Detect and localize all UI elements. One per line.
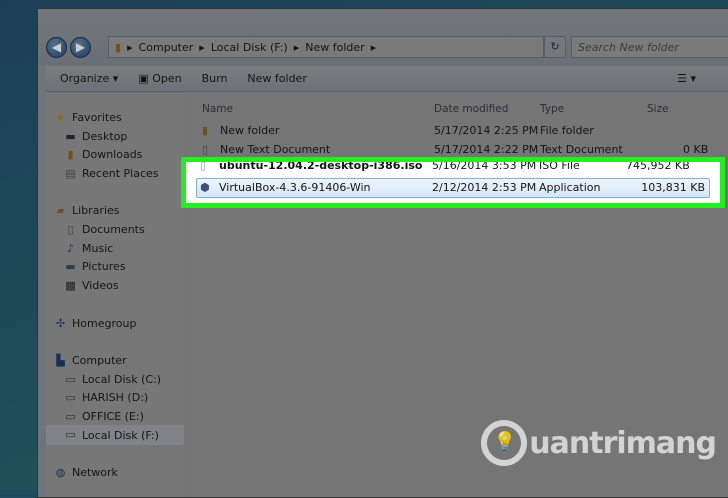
iso-file-icon: ▯ (200, 162, 207, 172)
burn-button[interactable]: Burn (202, 72, 228, 85)
homegroup-icon: ✣ (55, 316, 66, 330)
text-file-icon: ▯ (202, 143, 209, 156)
sidebar-item-pictures[interactable]: ▬ Pictures (64, 259, 125, 273)
folder-icon: ▮ (202, 124, 209, 137)
sidebar-item-office-e[interactable]: ▭ OFFICE (E:) (64, 410, 144, 423)
sidebar-item-recent-places[interactable]: ▤ Recent Places (64, 166, 158, 180)
drive-icon: ▭ (65, 390, 76, 404)
column-header-size[interactable]: Size (647, 103, 669, 115)
virtualbox-icon: ⬢ (200, 181, 210, 194)
sidebar-item-network[interactable]: ◍ Network (54, 466, 118, 479)
recent-places-icon: ▤ (65, 166, 76, 180)
pictures-icon: ▬ (65, 259, 76, 273)
watermark-logo: 💡 uantrimang (481, 420, 717, 466)
sidebar-item-videos[interactable]: ▩ Videos (64, 278, 118, 292)
open-button[interactable]: ▣ Open (138, 72, 181, 85)
music-icon: ♪ (66, 241, 75, 255)
refresh-icon[interactable]: ↻ (544, 36, 566, 58)
computer-icon: ▙ (56, 353, 65, 367)
file-row[interactable]: ▯ ubuntu-12.04.2-desktop-i386.iso 5/16/2… (186, 162, 720, 175)
sidebar-item-music[interactable]: ♪ Music (64, 242, 113, 255)
breadcrumb-new-folder[interactable]: New folder (305, 41, 364, 54)
new-folder-button[interactable]: New folder (247, 72, 306, 85)
drive-icon: ▭ (65, 428, 76, 441)
folder-icon: ▮ (115, 40, 122, 54)
breadcrumb-computer[interactable]: Computer (139, 41, 194, 54)
command-bar: Organize ▾ ▣ Open Burn New folder ☰ ▾ (46, 66, 728, 92)
file-row[interactable]: ▮ New folder 5/17/2014 2:25 PM File fold… (38, 121, 728, 140)
sidebar-item-documents[interactable]: ▯ Documents (64, 222, 144, 236)
selected-file-row[interactable]: ⬢ VirtualBox-4.3.6-91406-Win 2/12/2014 2… (196, 178, 710, 198)
column-header-type[interactable]: Type (540, 103, 564, 115)
sidebar-item-local-disk-f[interactable]: ▭ Local Disk (F:) (46, 425, 184, 445)
back-button[interactable]: ◀ (46, 37, 67, 58)
highlight-box: ▯ ubuntu-12.04.2-desktop-i386.iso 5/16/2… (181, 157, 725, 208)
organize-button[interactable]: Organize ▾ (60, 72, 118, 85)
column-header-date[interactable]: Date modified (434, 103, 508, 115)
sidebar-item-computer[interactable]: ▙ Computer (54, 353, 126, 367)
videos-icon: ▩ (65, 278, 76, 292)
open-icon: ▣ (138, 72, 153, 85)
column-header-name[interactable]: Name (202, 103, 233, 115)
sidebar-item-homegroup[interactable]: ✣ Homegroup (54, 316, 137, 330)
drive-icon: ▭ (65, 372, 76, 386)
network-icon: ◍ (55, 465, 66, 479)
documents-icon: ▯ (67, 222, 74, 236)
address-bar[interactable]: ▮ ▸ Computer ▸ Local Disk (F:) ▸ New folder… (108, 36, 544, 58)
lightbulb-icon: 💡 (481, 420, 528, 466)
sidebar-item-libraries[interactable]: ▰ Libraries (54, 203, 119, 217)
breadcrumb-local-disk-f[interactable]: Local Disk (F:) (211, 41, 288, 54)
libraries-icon: ▰ (56, 203, 65, 217)
view-options-icon[interactable]: ☰ ▾ (677, 72, 696, 85)
search-input[interactable]: Search New folder (571, 36, 728, 58)
sidebar-item-local-disk-c[interactable]: ▭ Local Disk (C:) (64, 373, 161, 386)
drive-icon: ▭ (65, 409, 76, 423)
forward-button[interactable]: ▶ (70, 37, 91, 58)
sidebar-item-harish-d[interactable]: ▭ HARISH (D:) (64, 391, 148, 404)
